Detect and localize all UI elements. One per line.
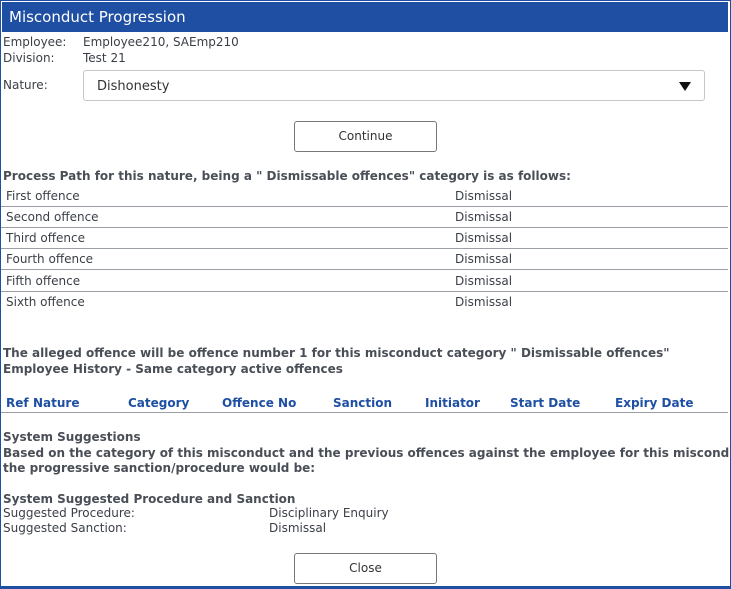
continue-button[interactable]: Continue bbox=[294, 121, 437, 152]
procedure-sanction-heading: System Suggested Procedure and Sanction bbox=[3, 492, 296, 506]
offence-sanction: Dismissal bbox=[455, 231, 513, 245]
offence-label: Fourth offence bbox=[6, 252, 94, 266]
column-header-ref[interactable]: Ref bbox=[6, 396, 29, 410]
employee-value: Employee210, SAEmp210 bbox=[83, 35, 239, 49]
misconduct-dialog: Misconduct Progression Employee: Employe… bbox=[0, 0, 731, 589]
column-header-expiry-date[interactable]: Expiry Date bbox=[615, 396, 694, 410]
offence-label: Sixth offence bbox=[6, 295, 85, 309]
column-header-initiator[interactable]: Initiator bbox=[425, 396, 480, 410]
division-value: Test 21 bbox=[83, 51, 126, 65]
suggested-procedure-label: Suggested Procedure: bbox=[3, 506, 135, 520]
suggested-sanction-value: Dismissal bbox=[269, 521, 327, 535]
suggestions-text-line2: the progressive sanction/procedure would… bbox=[3, 461, 316, 475]
offence-label: Fifth offence bbox=[6, 274, 81, 288]
employee-label: Employee: bbox=[3, 35, 67, 49]
employee-history-heading: Employee History - Same category active … bbox=[3, 362, 343, 376]
dialog-title: Misconduct Progression bbox=[2, 2, 728, 32]
offence-label: First offence bbox=[6, 189, 80, 203]
offence-sanction: Dismissal bbox=[455, 274, 513, 288]
offence-sanction: Dismissal bbox=[455, 295, 513, 309]
offence-sanction: Dismissal bbox=[455, 252, 513, 266]
column-header-nature[interactable]: Nature bbox=[33, 396, 79, 410]
process-path-row: Fifth offence Dismissal bbox=[1, 271, 728, 292]
column-header-category[interactable]: Category bbox=[128, 396, 189, 410]
column-header-sanction[interactable]: Sanction bbox=[333, 396, 392, 410]
suggested-sanction-label: Suggested Sanction: bbox=[3, 521, 127, 535]
division-label: Division: bbox=[3, 51, 55, 65]
offence-label: Third offence bbox=[6, 231, 86, 245]
nature-select[interactable]: Dishonesty bbox=[83, 70, 705, 101]
offence-sanction: Dismissal bbox=[455, 189, 513, 203]
alleged-offence-text: The alleged offence will be offence numb… bbox=[3, 346, 670, 360]
process-path-row: Sixth offence Dismissal bbox=[1, 292, 728, 313]
offence-label: Second offence bbox=[6, 210, 99, 224]
process-path-table: First offence Dismissal Second offence D… bbox=[1, 186, 728, 314]
table-header-divider bbox=[1, 412, 728, 413]
offence-sanction: Dismissal bbox=[455, 210, 513, 224]
column-header-offence-no[interactable]: Offence No bbox=[222, 396, 296, 410]
system-suggestions-heading: System Suggestions bbox=[3, 430, 141, 444]
process-path-row: Second offence Dismissal bbox=[1, 207, 728, 228]
process-path-heading: Process Path for this nature, being a " … bbox=[3, 169, 571, 183]
suggested-procedure-value: Disciplinary Enquiry bbox=[269, 506, 389, 520]
process-path-row: Fourth offence Dismissal bbox=[1, 249, 728, 270]
dropdown-arrow-icon[interactable] bbox=[679, 82, 691, 91]
nature-label: Nature: bbox=[3, 78, 48, 92]
suggestions-text-line1: Based on the category of this misconduct… bbox=[3, 446, 730, 460]
column-header-start-date[interactable]: Start Date bbox=[510, 396, 580, 410]
dialog-bottom-border bbox=[1, 586, 730, 588]
process-path-row: Third offence Dismissal bbox=[1, 228, 728, 249]
close-button[interactable]: Close bbox=[294, 553, 437, 584]
nature-select-value: Dishonesty bbox=[97, 79, 170, 94]
process-path-row: First offence Dismissal bbox=[1, 186, 728, 207]
